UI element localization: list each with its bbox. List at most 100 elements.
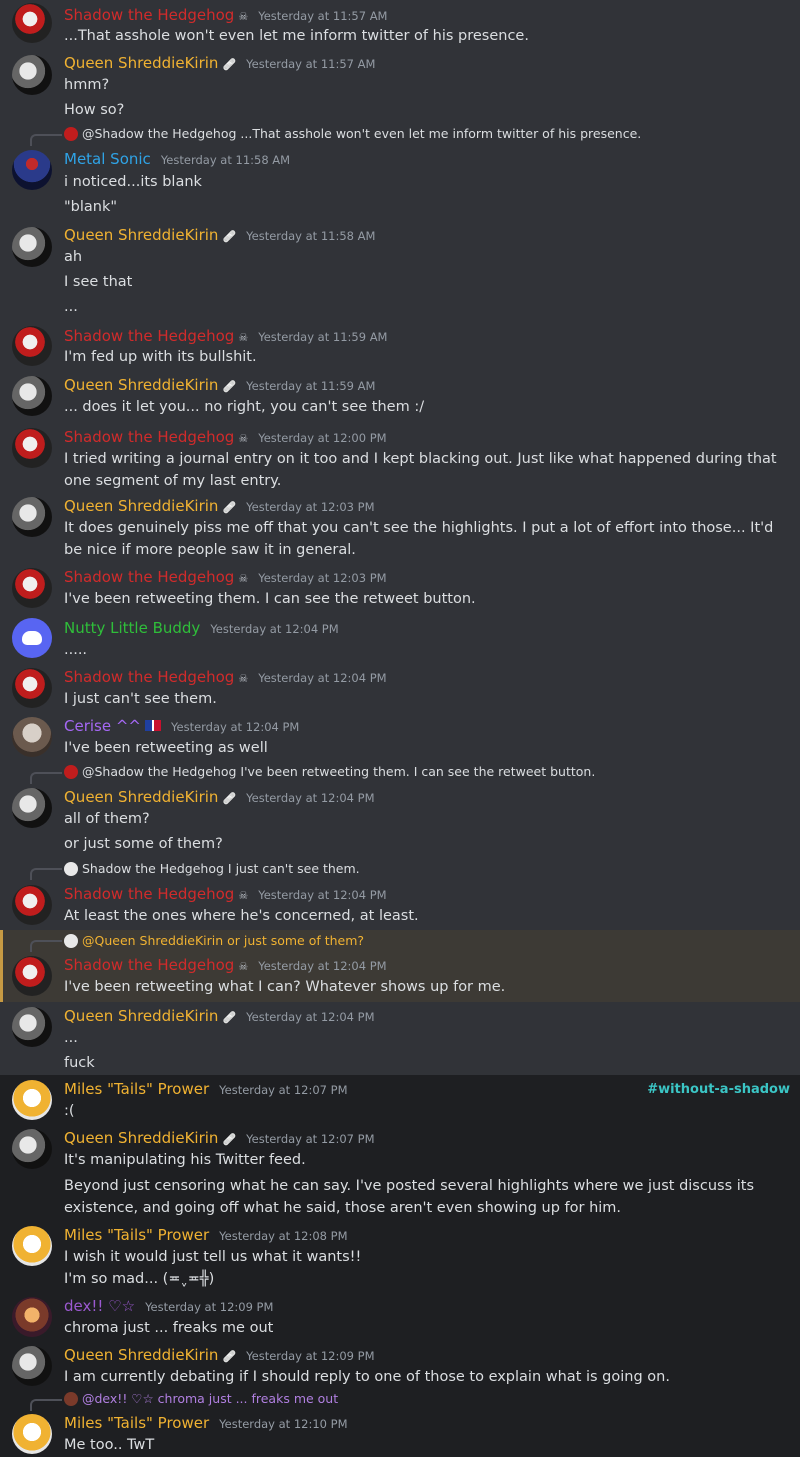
message-text: I'm fed up with its bullshit.	[64, 349, 257, 365]
message-text: I am currently debating if I should repl…	[64, 1369, 670, 1385]
username[interactable]: Miles "Tails" Prower	[64, 1226, 209, 1244]
username[interactable]: Cerise ^^	[64, 717, 141, 735]
role-icon: 🩹	[222, 230, 237, 243]
username[interactable]: Miles "Tails" Prower	[64, 1080, 209, 1098]
avatar-queen[interactable]	[12, 376, 52, 416]
reply-avatar	[64, 764, 78, 779]
username[interactable]: Queen ShreddieKirin	[64, 1007, 218, 1025]
role-icon: ☠	[238, 672, 249, 685]
reply-text: @Queen ShreddieKirin or just some of the…	[82, 933, 365, 948]
message-header: Queen ShreddieKirin 🩹 Yesterday at 11:58 A…	[64, 226, 375, 244]
username[interactable]: Shadow the Hedgehog	[64, 428, 234, 446]
avatar-shadow[interactable]	[12, 326, 52, 366]
message-text: Beyond just censoring what he can say. I…	[64, 1178, 755, 1216]
username[interactable]: dex!! ♡☆	[64, 1297, 135, 1315]
avatar-tails[interactable]	[12, 1080, 52, 1120]
username[interactable]: Queen ShreddieKirin	[64, 497, 218, 515]
message-header: Shadow the Hedgehog ☠ Yesterday at 12:00 P…	[64, 428, 387, 446]
reply-preview[interactable]: @Shadow the Hedgehog ...That asshole won…	[64, 126, 641, 141]
reply-spine	[30, 134, 62, 146]
reply-preview[interactable]: @Queen ShreddieKirin or just some of the…	[64, 933, 364, 948]
avatar-shadow[interactable]	[12, 956, 52, 996]
avatar-queen[interactable]	[12, 1346, 52, 1386]
role-icon: ☠	[238, 960, 249, 973]
timestamp: Yesterday at 12:04 PM	[210, 622, 339, 636]
message-text: I've been retweeting them. I can see the…	[64, 591, 476, 607]
avatar-tails[interactable]	[12, 1226, 52, 1266]
username[interactable]: Nutty Little Buddy	[64, 619, 200, 637]
role-icon: ☠	[238, 432, 249, 445]
message-text: "blank"	[64, 199, 118, 215]
message-text: I wish it would just tell us what it wan…	[64, 1249, 362, 1265]
username[interactable]: Shadow the Hedgehog	[64, 668, 234, 686]
timestamp: Yesterday at 12:04 PM	[258, 671, 387, 685]
timestamp: Yesterday at 11:57 AM	[258, 9, 388, 23]
message-text: ...That asshole won't even let me inform…	[64, 28, 529, 44]
username[interactable]: Queen ShreddieKirin	[64, 1129, 218, 1147]
message-header: Queen ShreddieKirin 🩹 Yesterday at 11:57 A…	[64, 54, 375, 72]
avatar-tails[interactable]	[12, 1414, 52, 1454]
reply-text: @dex!! ♡☆ chroma just ... freaks me out	[82, 1391, 339, 1406]
avatar-shadow[interactable]	[12, 3, 52, 43]
username[interactable]: Miles "Tails" Prower	[64, 1414, 209, 1432]
message-text: ...	[64, 299, 78, 315]
timestamp: Yesterday at 12:09 PM	[145, 1300, 274, 1314]
message-text: It does genuinely piss me off that you c…	[64, 520, 774, 558]
avatar-nutty[interactable]	[12, 618, 52, 658]
avatar-shadow[interactable]	[12, 668, 52, 708]
timestamp: Yesterday at 12:04 PM	[246, 1010, 375, 1024]
reply-preview[interactable]: @dex!! ♡☆ chroma just ... freaks me out	[64, 1391, 338, 1406]
channel-tag[interactable]: #without-a-shadow	[647, 1082, 790, 1097]
message-text: ...	[64, 1030, 78, 1046]
username[interactable]: Queen ShreddieKirin	[64, 376, 218, 394]
discord-logo-icon	[22, 631, 42, 645]
message-text: How so?	[64, 102, 125, 118]
reply-spine	[30, 940, 62, 952]
avatar-queen[interactable]	[12, 55, 52, 95]
timestamp: Yesterday at 12:10 PM	[219, 1417, 348, 1431]
reply-avatar	[64, 933, 78, 948]
reply-preview[interactable]: @Shadow the Hedgehog I've been retweetin…	[64, 764, 595, 779]
role-icon: 🩹	[222, 792, 237, 805]
username[interactable]: Queen ShreddieKirin	[64, 226, 218, 244]
message-text: I've been retweeting what I can? Whateve…	[64, 979, 506, 995]
avatar-metal[interactable]	[12, 150, 52, 190]
role-icon: 🩹	[222, 1011, 237, 1024]
message-header: Queen ShreddieKirin 🩹 Yesterday at 12:09 P…	[64, 1346, 375, 1364]
message-header: Queen ShreddieKirin 🩹 Yesterday at 12:04 P…	[64, 1007, 375, 1025]
username[interactable]: Metal Sonic	[64, 150, 151, 168]
avatar-queen[interactable]	[12, 1007, 52, 1047]
avatar-shadow[interactable]	[12, 885, 52, 925]
message-text: I'm so mad... (≖ˬ≖╬)	[64, 1271, 215, 1287]
message-header: Queen ShreddieKirin 🩹 Yesterday at 11:59 A…	[64, 376, 375, 394]
username[interactable]: Shadow the Hedgehog	[64, 568, 234, 586]
username[interactable]: Queen ShreddieKirin	[64, 54, 218, 72]
username[interactable]: Shadow the Hedgehog	[64, 956, 234, 974]
timestamp: Yesterday at 11:57 AM	[246, 57, 376, 71]
reply-spine	[30, 868, 62, 880]
avatar-queen[interactable]	[12, 497, 52, 537]
username[interactable]: Shadow the Hedgehog	[64, 885, 234, 903]
avatar-queen[interactable]	[12, 227, 52, 267]
avatar-queen[interactable]	[12, 788, 52, 828]
reply-preview[interactable]: Shadow the Hedgehog I just can't see the…	[64, 861, 360, 876]
timestamp: Yesterday at 11:58 AM	[246, 229, 376, 243]
avatar-cerise[interactable]	[12, 717, 52, 757]
username[interactable]: Queen ShreddieKirin	[64, 1346, 218, 1364]
username[interactable]: Shadow the Hedgehog	[64, 327, 234, 345]
username[interactable]: Shadow the Hedgehog	[64, 6, 234, 24]
avatar-shadow[interactable]	[12, 428, 52, 468]
avatar-dex[interactable]	[12, 1297, 52, 1337]
message-text: I tried writing a journal entry on it to…	[64, 451, 777, 489]
reply-avatar	[64, 126, 78, 141]
message-text: I see that	[64, 274, 133, 290]
avatar-queen[interactable]	[12, 1129, 52, 1169]
username[interactable]: Queen ShreddieKirin	[64, 788, 218, 806]
message-text: chroma just ... freaks me out	[64, 1320, 274, 1336]
reply-avatar	[64, 861, 78, 876]
timestamp: Yesterday at 12:04 PM	[171, 720, 300, 734]
reply-avatar	[64, 1391, 78, 1406]
timestamp: Yesterday at 12:04 PM	[258, 959, 387, 973]
avatar-shadow[interactable]	[12, 568, 52, 608]
timestamp: Yesterday at 12:00 PM	[258, 431, 387, 445]
